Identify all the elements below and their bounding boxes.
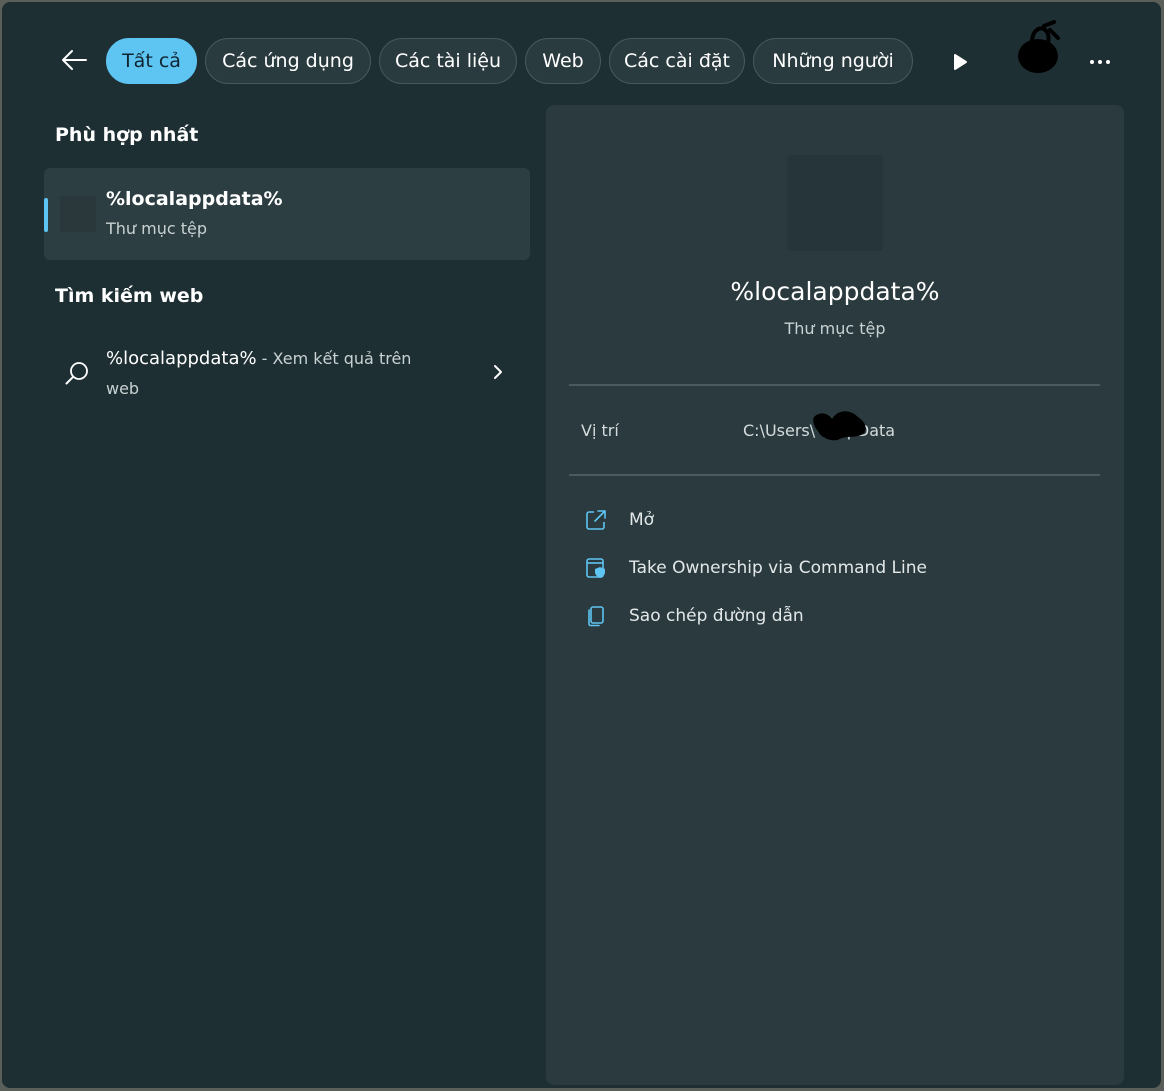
- divider: [569, 474, 1100, 476]
- back-button[interactable]: [54, 40, 94, 80]
- web-search-query: %localappdata%: [106, 348, 257, 369]
- web-search-result[interactable]: %localappdata% - Xem kết quả trên web: [44, 336, 530, 412]
- copy-path-action[interactable]: Sao chép đường dẫn: [584, 599, 1064, 633]
- open-external-icon: [584, 508, 608, 532]
- divider: [569, 384, 1100, 386]
- more-filters-button[interactable]: [942, 44, 978, 80]
- best-match-result[interactable]: %localappdata% Thư mục tệp: [44, 168, 530, 260]
- search-window: Tất cả Các ứng dụng Các tài liệu Web Các…: [2, 2, 1161, 1088]
- web-search-heading: Tìm kiếm web: [55, 285, 204, 307]
- filter-bar: Tất cả Các ứng dụng Các tài liệu Web Các…: [2, 2, 1161, 102]
- folder-thumbnail: [60, 196, 96, 232]
- ellipsis-icon: [1090, 60, 1110, 64]
- take-ownership-label: Take Ownership via Command Line: [629, 558, 927, 578]
- avatar-scribble-icon: [1018, 20, 1060, 73]
- tab-all[interactable]: Tất cả: [106, 38, 197, 84]
- detail-subtitle: Thư mục tệp: [784, 319, 886, 338]
- detail-panel: %localappdata% Thư mục tệp Vị trí C:\Use…: [546, 105, 1124, 1085]
- redaction-scribble: [813, 411, 866, 441]
- take-ownership-action[interactable]: Take Ownership via Command Line: [584, 551, 1064, 585]
- open-action-label: Mở: [629, 510, 655, 530]
- tab-documents[interactable]: Các tài liệu: [379, 38, 517, 84]
- chevron-right-icon: [494, 365, 502, 379]
- detail-title: %localappdata%: [730, 277, 940, 306]
- location-label: Vị trí: [581, 421, 619, 440]
- shield-window-icon: [584, 556, 608, 580]
- web-search-text: %localappdata% - Xem kết quả trên web: [106, 344, 436, 404]
- open-action[interactable]: Mở: [584, 503, 1064, 537]
- tab-settings[interactable]: Các cài đặt: [609, 38, 745, 84]
- result-type: Thư mục tệp: [106, 219, 208, 238]
- folder-preview-icon: [787, 155, 883, 251]
- tab-apps[interactable]: Các ứng dụng: [205, 38, 371, 84]
- result-name: %localappdata%: [106, 188, 283, 210]
- copy-path-label: Sao chép đường dẫn: [629, 606, 804, 626]
- copy-path-icon: [584, 604, 608, 628]
- tab-people[interactable]: Những người: [753, 38, 913, 84]
- avatar[interactable]: [1014, 20, 1068, 78]
- play-icon: [954, 54, 967, 70]
- tab-web[interactable]: Web: [525, 38, 601, 84]
- selection-indicator: [44, 198, 48, 232]
- search-icon: [65, 362, 88, 385]
- back-arrow-icon: [62, 50, 87, 70]
- best-match-heading: Phù hợp nhất: [55, 124, 199, 146]
- more-options-button[interactable]: [1082, 44, 1118, 80]
